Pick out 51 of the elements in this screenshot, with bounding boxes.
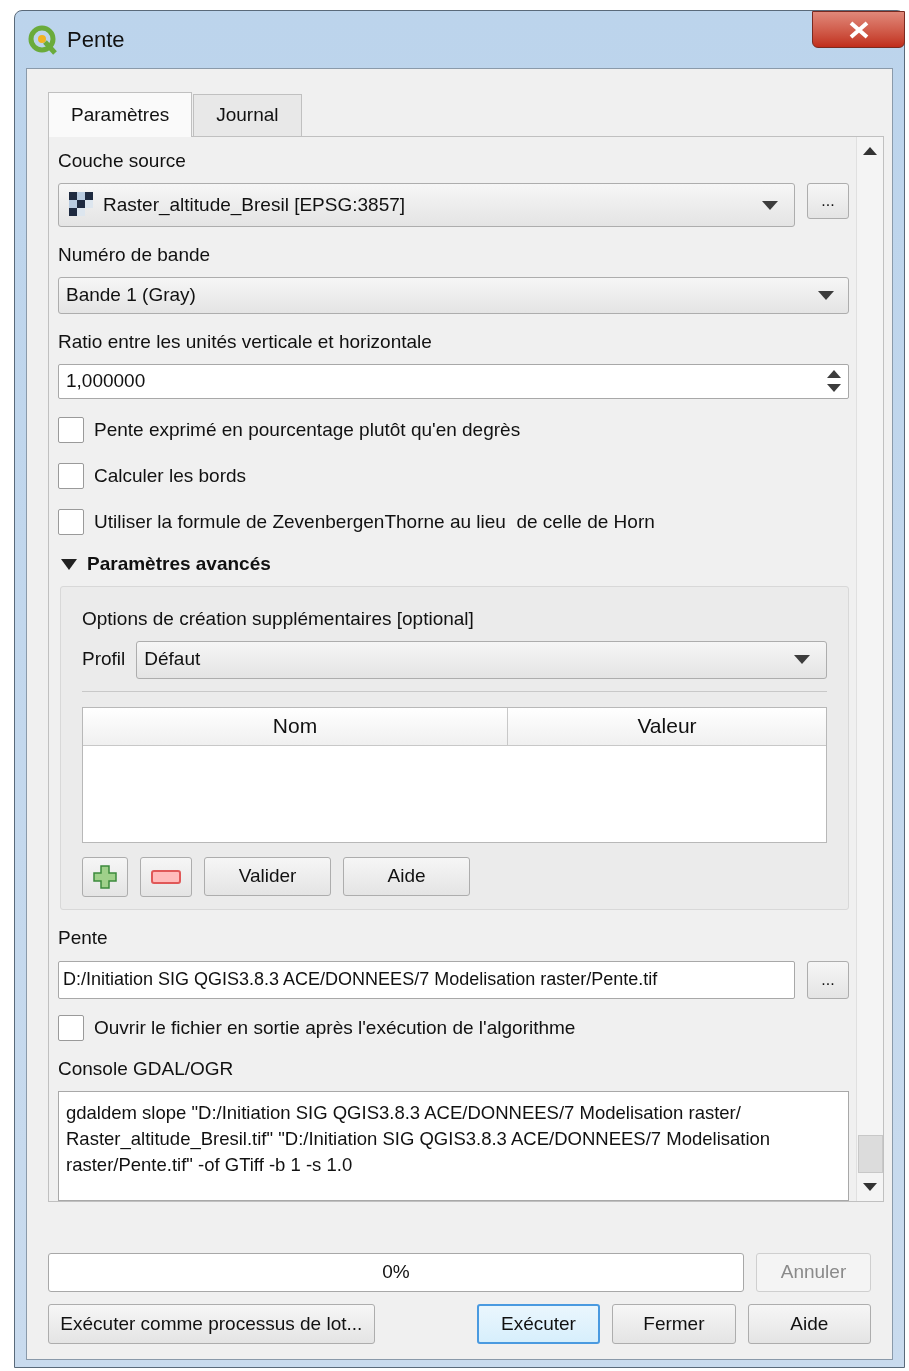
- scroll-down-icon: [863, 1183, 877, 1191]
- field-label: Ratio entre les unités verticale et horizontale: [58, 329, 433, 354]
- console-text: gdaldem slope "D:/Initiation SIG QGIS3.8.3 ACE/DONNEES/7 Modelisation raster/ Raster_altitude_Bresil.tif" "D:/Initiation SIG QGIS3.8.3 ACE/DONNEES/7 Modelisation raster/Pente.tif" -of GTiff -b 1 -s 1.0: [66, 1101, 772, 1177]
- field-label: Pente: [58, 926, 109, 950]
- browse-button[interactable]: ...: [807, 961, 849, 999]
- column-header[interactable]: Nom: [83, 707, 508, 745]
- scroll-up-icon: [863, 147, 877, 155]
- footer-button[interactable]: Exécuter comme processus de lot...: [48, 1304, 375, 1344]
- minus-icon: [151, 869, 181, 884]
- checkbox[interactable]: [58, 509, 84, 536]
- table-action-button[interactable]: Aide: [343, 857, 470, 897]
- field-label: Couche source: [58, 149, 187, 173]
- close-button[interactable]: [812, 11, 905, 48]
- ratio-spinbox[interactable]: 1,000000: [58, 363, 849, 400]
- close-icon: [847, 20, 870, 39]
- caret-icon: [818, 290, 834, 300]
- table-action-button[interactable]: Valider: [204, 857, 331, 897]
- checkbox[interactable]: [58, 417, 84, 444]
- advanced-section-toggle[interactable]: Paramètres avancés: [58, 545, 849, 584]
- remove-button[interactable]: [140, 856, 192, 897]
- tab[interactable]: Paramètres: [48, 92, 193, 137]
- column-header[interactable]: Valeur: [508, 707, 826, 745]
- app-logo-icon: [27, 23, 59, 56]
- footer-button[interactable]: Exécuter: [476, 1304, 601, 1344]
- caret-icon: [794, 655, 810, 665]
- caret-icon: [762, 200, 778, 210]
- profile-dropdown[interactable]: Défaut: [136, 640, 827, 679]
- scrollbar[interactable]: [856, 137, 883, 1201]
- footer-button[interactable]: Aide: [747, 1304, 871, 1344]
- browse-button[interactable]: ...: [807, 183, 849, 219]
- checkbox-label: Ouvrir le fichier en sortie après l'exécution de l'algorithme: [94, 1015, 576, 1040]
- footer-button[interactable]: Fermer: [612, 1304, 736, 1344]
- group-label: Options de création supplémentaires [optional]: [82, 606, 475, 631]
- progress-reading: 0%: [382, 1260, 410, 1285]
- add-button[interactable]: [82, 856, 128, 897]
- checkbox-label: Utiliser la formule de ZevenbergenThorne au lieu de celle de Horn: [94, 509, 655, 534]
- output-path-field[interactable]: D:/Initiation SIG QGIS3.8.3 ACE/DONNEES/7 Modelisation raster/Pente.tif: [58, 961, 795, 999]
- raster-layer-icon: [69, 192, 95, 218]
- field-label: Numéro de bande: [58, 243, 212, 267]
- window-title: Pente: [67, 26, 125, 54]
- checkbox[interactable]: [58, 463, 84, 490]
- checkbox[interactable]: [58, 1015, 84, 1041]
- profile-label: Profil: [82, 647, 126, 672]
- field-label: Console GDAL/OGR: [58, 1057, 235, 1081]
- plus-icon: [93, 864, 117, 889]
- checkbox-label: Pente exprimé en pourcentage plutôt qu'en degrès: [94, 417, 521, 442]
- tab[interactable]: Journal: [193, 94, 302, 136]
- scrollbar-thumb[interactable]: [857, 1135, 883, 1173]
- checkbox-label: Calculer les bords: [94, 463, 247, 488]
- band-dropdown[interactable]: Bande 1 (Gray): [58, 277, 849, 314]
- layer-dropdown[interactable]: Raster_altitude_Bresil [EPSG:3857]: [58, 183, 795, 227]
